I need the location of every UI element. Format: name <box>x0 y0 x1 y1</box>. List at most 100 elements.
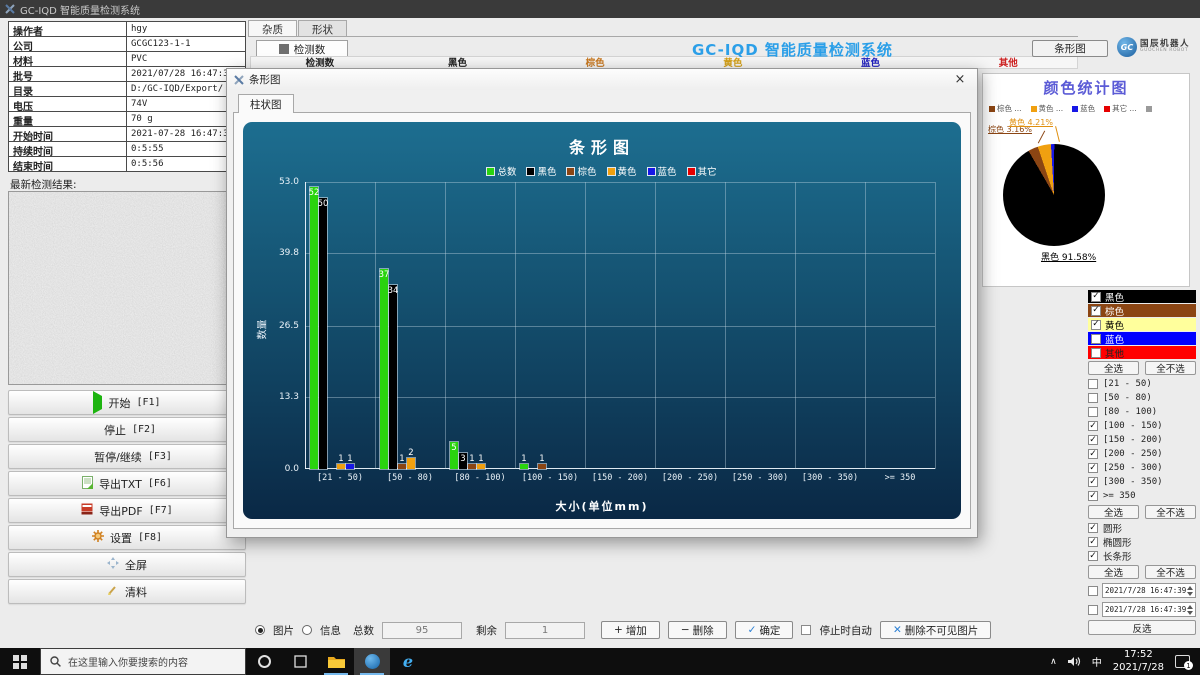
action-button-label: 暂停/继续 <box>94 449 142 465</box>
select-all-button[interactable]: 全选 <box>1088 361 1139 375</box>
color-toggle-黑色[interactable]: ✓ 黑色 <box>1088 290 1196 303</box>
color-toggle-其他[interactable]: 其他 <box>1088 346 1196 359</box>
size-filter-row[interactable]: ✓>= 350 <box>1088 489 1196 503</box>
info-row: 公司GCGC123-1-1 <box>9 37 245 52</box>
action-button-导出TXT[interactable]: 导出TXT[F6] <box>8 471 246 496</box>
size-filter-row[interactable]: ✓[100 - 150) <box>1088 419 1196 433</box>
datetime-spinner[interactable] <box>1187 586 1193 596</box>
size-checkbox[interactable] <box>1088 393 1098 403</box>
tray-expand-icon[interactable]: ∧ <box>1050 657 1057 667</box>
size-checkbox[interactable]: ✓ <box>1088 463 1098 473</box>
spinner-up-icon[interactable] <box>1187 605 1193 609</box>
size-filter-label: [21 - 50) <box>1103 379 1152 389</box>
color-checkbox[interactable]: ✓ <box>1091 292 1101 302</box>
shape-filter-row[interactable]: ✓长条形 <box>1088 549 1196 563</box>
color-toggle-黄色[interactable]: ✓黄色 <box>1088 318 1196 331</box>
color-checkbox[interactable]: ✓ <box>1091 320 1101 330</box>
task-view-button[interactable] <box>282 648 318 675</box>
shape-checkbox[interactable]: ✓ <box>1088 551 1098 561</box>
file-explorer-button[interactable] <box>318 648 354 675</box>
action-button-导出PDF[interactable]: 导出PDF[F7] <box>8 498 246 523</box>
spinner-down-icon[interactable] <box>1187 592 1193 596</box>
size-checkbox[interactable]: ✓ <box>1088 435 1098 445</box>
pie-chart-title: 颜色统计图 <box>983 77 1189 98</box>
shape-checkbox[interactable]: ✓ <box>1088 537 1098 547</box>
add-button[interactable]: + 增加 <box>601 621 660 639</box>
size-filter-row[interactable]: [80 - 100) <box>1088 405 1196 419</box>
dialog-icon <box>234 75 244 85</box>
invert-selection-button[interactable]: 反选 <box>1088 620 1196 635</box>
dialog-titlebar[interactable]: 条形图 × <box>227 69 977 90</box>
action-button-hotkey: [F2] <box>132 424 156 435</box>
datetime-field[interactable]: 2021/7/28 16:47:39 <box>1102 583 1196 598</box>
tab-形状[interactable]: 形状 <box>298 20 347 37</box>
select-none-button[interactable]: 全不选 <box>1145 505 1196 519</box>
size-filter-row[interactable]: ✓[300 - 350) <box>1088 475 1196 489</box>
shape-filter-row[interactable]: ✓圆形 <box>1088 521 1196 535</box>
size-filter-row[interactable]: ✓[250 - 300) <box>1088 461 1196 475</box>
clock[interactable]: 17:52 2021/7/28 <box>1113 649 1164 674</box>
size-filter-row[interactable]: [21 - 50) <box>1088 377 1196 391</box>
size-checkbox[interactable] <box>1088 379 1098 389</box>
dialog-close-button[interactable]: × <box>943 69 977 90</box>
action-button-暂停/继续[interactable]: 暂停/继续[F3] <box>8 444 246 469</box>
action-button-停止[interactable]: 停止[F2] <box>8 417 246 442</box>
size-checkbox[interactable] <box>1088 407 1098 417</box>
size-checkbox[interactable]: ✓ <box>1088 477 1098 487</box>
auto-on-stop-checkbox[interactable] <box>801 625 811 635</box>
total-input[interactable]: 95 <box>382 622 462 639</box>
color-toggle-蓝色[interactable]: 蓝色 <box>1088 332 1196 345</box>
action-button-开始[interactable]: 开始[F1] <box>8 390 246 415</box>
select-all-button[interactable]: 全选 <box>1088 505 1139 519</box>
color-checkbox[interactable] <box>1091 348 1101 358</box>
size-checkbox[interactable]: ✓ <box>1088 421 1098 431</box>
size-checkbox[interactable]: ✓ <box>1088 449 1098 459</box>
color-checkbox[interactable] <box>1091 334 1101 344</box>
spinner-up-icon[interactable] <box>1187 586 1193 590</box>
action-button-清料[interactable]: 清料 <box>8 579 246 604</box>
volume-icon[interactable] <box>1068 656 1081 667</box>
radio-image[interactable] <box>255 625 265 635</box>
action-button-全屏[interactable]: 全屏 <box>8 552 246 577</box>
action-button-设置[interactable]: 设置[F8] <box>8 525 246 550</box>
action-button-label: 清料 <box>125 584 147 600</box>
confirm-button[interactable]: ✓ 确定 <box>735 621 794 639</box>
size-filter-row[interactable]: ✓[150 - 200) <box>1088 433 1196 447</box>
color-toggle-label: 黑色 <box>1105 290 1124 304</box>
pie-leader-line <box>1055 126 1060 142</box>
taskbar-search-box[interactable]: 在这里输入你要搜索的内容 <box>40 648 246 675</box>
dialog-tab-histogram[interactable]: 柱状图 <box>238 94 294 113</box>
pie-legend-label: 棕色 ... <box>997 103 1022 114</box>
x-axis-label: 大小(单位mm) <box>243 498 961 514</box>
select-none-button[interactable]: 全不选 <box>1145 361 1196 375</box>
cortana-button[interactable] <box>246 648 282 675</box>
tray-date: 2021/7/28 <box>1113 662 1164 673</box>
select-all-button[interactable]: 全选 <box>1088 565 1139 579</box>
bar-总数 <box>520 464 528 469</box>
datetime-checkbox[interactable] <box>1088 586 1098 596</box>
notification-center-icon[interactable]: 1 <box>1175 655 1190 668</box>
delete-button[interactable]: − 删除 <box>668 621 727 639</box>
shape-checkbox[interactable]: ✓ <box>1088 523 1098 533</box>
ie-button[interactable]: e <box>390 648 426 675</box>
color-checkbox[interactable]: ✓ <box>1091 306 1101 316</box>
datetime-checkbox[interactable] <box>1088 605 1098 615</box>
color-toggle-棕色[interactable]: ✓棕色 <box>1088 304 1196 317</box>
size-filter-row[interactable]: [50 - 80) <box>1088 391 1196 405</box>
bar-chart-button[interactable]: 条形图 <box>1032 40 1108 57</box>
select-none-button[interactable]: 全不选 <box>1145 565 1196 579</box>
tab-杂质[interactable]: 杂质 <box>248 20 297 37</box>
gc-iqd-app-button[interactable] <box>354 648 390 675</box>
remain-input[interactable]: 1 <box>505 622 585 639</box>
datetime-field[interactable]: 2021/7/28 16:47:39 <box>1102 602 1196 617</box>
spinner-down-icon[interactable] <box>1187 611 1193 615</box>
size-filter-row[interactable]: ✓[200 - 250) <box>1088 447 1196 461</box>
delete-invisible-button[interactable]: ✕ 删除不可见图片 <box>880 621 991 639</box>
start-button[interactable] <box>0 648 40 675</box>
ime-indicator[interactable]: 中 <box>1092 654 1102 669</box>
radio-info[interactable] <box>302 625 312 635</box>
size-checkbox[interactable]: ✓ <box>1088 491 1098 501</box>
shape-filter-row[interactable]: ✓椭圆形 <box>1088 535 1196 549</box>
datetime-spinner[interactable] <box>1187 605 1193 615</box>
datetime-filter-row: 2021/7/28 16:47:39 <box>1088 581 1196 600</box>
